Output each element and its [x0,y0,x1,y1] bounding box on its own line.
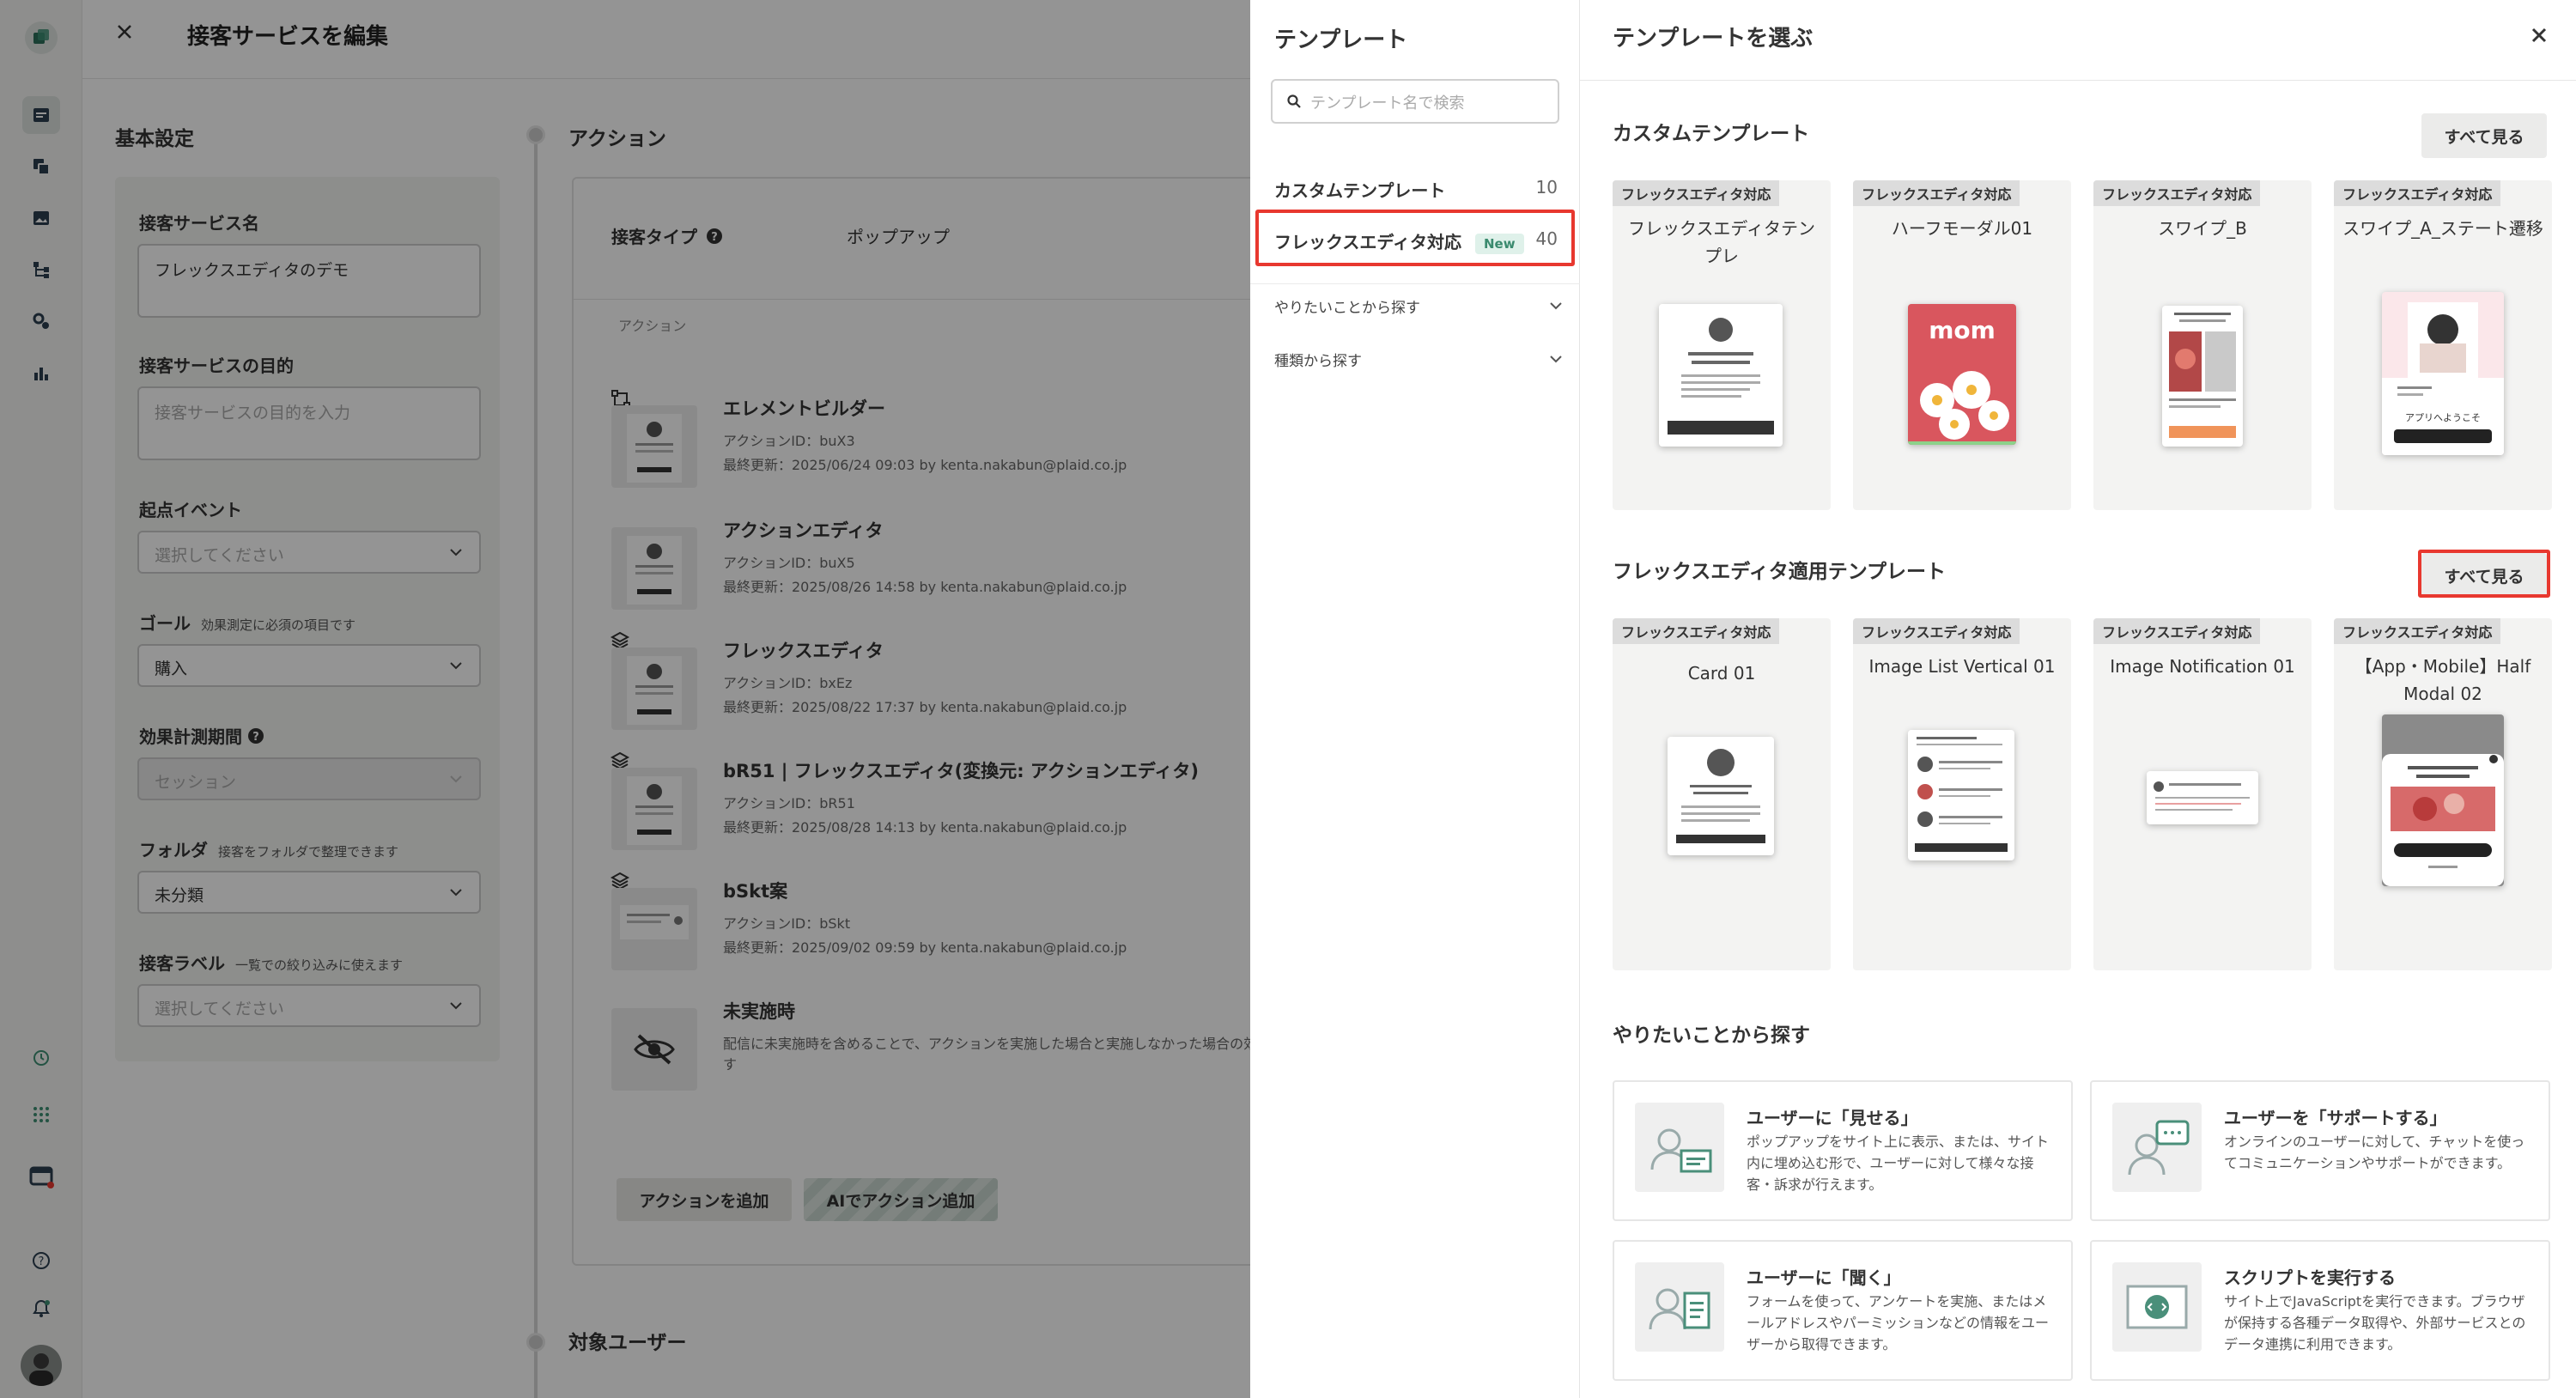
template-chooser: テンプレートを選ぶ カスタムテンプレート すべて見る フレックスエディタ対応 フ… [1580,0,2576,1398]
card-preview [2147,771,2258,824]
chooser-header: テンプレートを選ぶ [1580,0,2576,81]
accordion-label: 種類から探す [1274,353,1362,370]
accordion-types[interactable]: 種類から探す [1274,349,1563,370]
sidebar-item-label: カスタムテンプレート [1274,180,1446,201]
script-code-icon [2112,1262,2202,1352]
card-preview [1659,304,1783,447]
card-name: スワイプ_A_ステート遷移 [2342,218,2543,239]
card-name: 【App・Mobile】Half Modal 02 [2354,656,2531,704]
chevron-down-icon [1549,352,1563,366]
card-tag: フレックスエディタ対応 [1853,618,2020,644]
template-sidebar: テンプレート テンプレート名で検索 カスタムテンプレート 10 フレックスエディ… [1250,0,1580,1398]
template-card[interactable]: フレックスエディタ対応 フレックスエディタテンプレ [1613,180,1831,510]
chevron-down-icon [1549,299,1563,313]
card-tag: フレックスエディタ対応 [1853,180,2020,206]
template-card[interactable]: フレックスエディタ対応 【App・Mobile】Half Modal 02 [2334,618,2552,970]
form-survey-icon [1635,1262,1724,1352]
highlight-box [1255,210,1575,266]
goals-heading: やりたいことから探す [1613,1024,1810,1047]
template-search-input[interactable]: テンプレート名で検索 [1271,79,1559,124]
chat-support-icon [2112,1103,2202,1192]
goal-title: ユーザーに「聞く」 [1747,1267,1901,1288]
template-card[interactable]: フレックスエディタ対応 Card 01 [1613,618,1831,970]
flex-templates-heading: フレックスエディタ適用テンプレート [1613,561,1947,583]
goal-desc: オンラインのユーザーに対して、チャットを使ってコミュニケーションやサポートができ… [2224,1134,2525,1171]
card-name: Image List Vertical 01 [1868,656,2056,677]
card-tag: フレックスエディタ対応 [2093,180,2261,206]
card-preview [1908,730,2014,860]
goal-desc: サイト上でJavaScriptを実行できます。ブラウザが保持する各種データ取得や… [2224,1293,2526,1352]
card-tag: フレックスエディタ対応 [1613,180,1780,206]
goal-card-script[interactable]: スクリプトを実行する サイト上でJavaScriptを実行できます。ブラウザが保… [2090,1240,2550,1381]
card-preview [2382,714,2504,886]
card-preview [1668,737,1774,855]
template-card[interactable]: フレックスエディタ対応 ハーフモーダル01 mom [1853,180,2071,510]
popup-show-icon [1635,1103,1724,1192]
template-card[interactable]: フレックスエディタ対応 スワイプ_A_ステート遷移 アプリへようこそ [2334,180,2552,510]
template-card[interactable]: フレックスエディタ対応 Image List Vertical 01 [1853,618,2071,970]
template-card[interactable]: フレックスエディタ対応 Image Notification 01 [2093,618,2312,970]
sidebar-item-count: 10 [1535,177,1558,198]
card-name: スワイプ_B [2158,218,2247,239]
goal-title: スクリプトを実行する [2224,1267,2396,1288]
see-all-custom-button[interactable]: すべて見る [2421,113,2547,158]
card-name: Image Notification 01 [2110,656,2295,677]
search-icon [1286,94,1302,109]
goal-card-ask[interactable]: ユーザーに「聞く」 フォームを使って、アンケートを実施、またはメールアドレスやパ… [1613,1240,2073,1381]
highlight-box [2418,550,2550,598]
chooser-title: テンプレートを選ぶ [1613,26,1814,52]
goal-title: ユーザーに「見せる」 [1747,1108,1918,1128]
accordion-goals[interactable]: やりたいことから探す [1274,295,1563,317]
divider [1250,283,1580,284]
card-tag: フレックスエディタ対応 [1613,618,1780,644]
sidebar-item-custom-templates[interactable]: カスタムテンプレート 10 [1274,177,1558,202]
goal-desc: フォームを使って、アンケートを実施、またはメールアドレスやパーミッションなどの情… [1747,1293,2050,1352]
search-placeholder: テンプレート名で検索 [1310,94,1465,112]
custom-templates-heading: カスタムテンプレート [1613,123,1810,145]
accordion-label: やりたいことから探す [1274,300,1420,317]
close-icon[interactable] [2530,26,2549,45]
preview-brand-text: mom [1929,316,1996,344]
template-card[interactable]: フレックスエディタ対応 スワイプ_B [2093,180,2312,510]
card-tag: フレックスエディタ対応 [2334,180,2501,206]
goal-card-show[interactable]: ユーザーに「見せる」 ポップアップをサイト上に表示、または、サイト内に埋め込む形… [1613,1080,2073,1221]
sidebar-title: テンプレート [1274,27,1408,53]
card-preview [2162,306,2243,447]
preview-welcome-text: アプリへようこそ [2405,412,2481,423]
card-name: Card 01 [1687,663,1756,684]
card-tag: フレックスエディタ対応 [2334,618,2501,644]
card-name: ハーフモーダル01 [1891,218,2033,239]
goal-desc: ポップアップをサイト上に表示、または、サイト内に埋め込む形で、ユーザーに対して様… [1747,1134,2050,1193]
goal-title: ユーザーを「サポートする」 [2224,1108,2447,1128]
card-preview: アプリへようこそ [2382,292,2504,455]
modal-backdrop[interactable] [0,0,1250,1398]
card-name: フレックスエディタテンプレ [1628,218,1815,266]
card-tag: フレックスエディタ対応 [2093,618,2261,644]
card-preview: mom [1908,304,2016,445]
goal-card-support[interactable]: ユーザーを「サポートする」 オンラインのユーザーに対して、チャットを使ってコミュ… [2090,1080,2550,1221]
